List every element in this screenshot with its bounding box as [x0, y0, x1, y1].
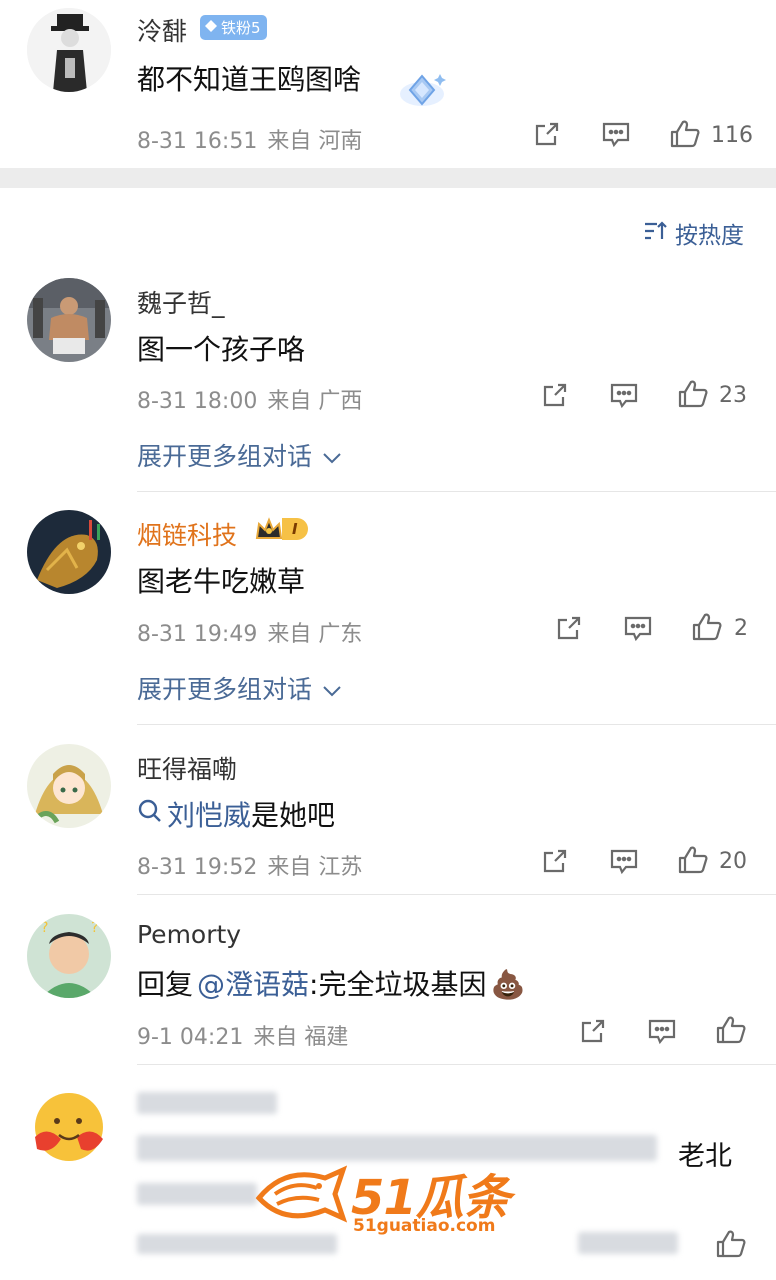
like-button[interactable] — [669, 118, 701, 150]
comment-divider — [137, 894, 776, 895]
username[interactable]: 魏子哲_ — [137, 284, 225, 320]
like-count: 116 — [711, 123, 753, 148]
comment-button[interactable] — [609, 847, 639, 875]
diamond-icon — [204, 19, 218, 37]
avatar[interactable] — [27, 8, 111, 92]
like-button[interactable] — [677, 844, 709, 876]
comment-text: 都不知道王鸥图啥 — [137, 63, 362, 96]
comment-button[interactable] — [601, 120, 631, 148]
share-button[interactable] — [541, 381, 569, 409]
like-button[interactable] — [715, 1228, 747, 1260]
share-button[interactable] — [579, 1017, 607, 1045]
comment-meta: 8-31 19:52 来自 江苏 — [137, 855, 363, 880]
avatar[interactable] — [27, 1085, 111, 1169]
comment-text: 老北 — [678, 1141, 732, 1172]
blurred-text — [137, 1183, 257, 1205]
comment-text: 图老牛吃嫩草 — [137, 565, 306, 598]
comment-button[interactable] — [609, 381, 639, 409]
avatar[interactable] — [27, 510, 111, 594]
comment-divider — [137, 724, 776, 725]
like-button[interactable] — [677, 378, 709, 410]
comment-divider — [137, 1064, 776, 1065]
expand-conversation-link[interactable]: 展开更多组对话 — [137, 670, 342, 706]
comment-meta: 8-31 16:51 来自 河南 — [137, 129, 363, 154]
blurred-username — [137, 1092, 277, 1114]
comment-button[interactable] — [623, 614, 653, 642]
sparkle-diamond-icon — [396, 68, 448, 114]
share-button[interactable] — [541, 847, 569, 875]
sort-button[interactable]: 按热度 — [643, 216, 744, 250]
avatar[interactable] — [27, 278, 111, 362]
share-button[interactable] — [533, 120, 561, 148]
search-icon — [137, 798, 163, 831]
like-count: 23 — [719, 383, 747, 408]
chevron-down-icon — [322, 675, 342, 704]
sort-icon — [643, 219, 669, 247]
search-link[interactable]: 刘恺威 — [167, 794, 251, 834]
like-button[interactable] — [691, 611, 723, 643]
username[interactable]: 烟链科技 — [137, 516, 237, 552]
chevron-down-icon — [322, 442, 342, 471]
username[interactable]: 泠馡 — [137, 12, 187, 48]
comment-meta: 9-1 04:21 来自 福建 — [137, 1025, 349, 1050]
share-button[interactable] — [555, 614, 583, 642]
svg-text:?: ? — [91, 920, 98, 936]
avatar[interactable]: ? ? — [27, 914, 111, 998]
poop-emoji-icon: 💩 — [490, 968, 526, 1001]
expand-conversation-link[interactable]: 展开更多组对话 — [137, 437, 342, 473]
fan-badge: 铁粉5 — [200, 15, 267, 40]
section-divider — [0, 168, 776, 188]
mention-link[interactable]: @澄语菇 — [197, 968, 309, 1001]
username[interactable]: Pemorty — [137, 920, 241, 949]
like-count: 20 — [719, 849, 747, 874]
fish-icon — [255, 1164, 348, 1230]
comment-button[interactable] — [647, 1017, 677, 1045]
comment-meta: 8-31 18:00 来自 广西 — [137, 389, 363, 414]
like-count: 2 — [734, 616, 748, 641]
watermark-logo: 51瓜条 51guatiao.com — [255, 1158, 523, 1242]
blurred-action — [578, 1232, 678, 1254]
comment-text: 图一个孩子咯 — [137, 333, 306, 366]
vip-crown-badge: I — [254, 516, 308, 542]
comment-divider — [137, 491, 776, 492]
comment-text: 刘恺威 是她吧 — [137, 794, 335, 834]
username[interactable]: 旺得福嘞 — [137, 750, 237, 786]
svg-text:?: ? — [41, 920, 48, 936]
like-button[interactable] — [715, 1014, 747, 1046]
comment-meta: 8-31 19:49 来自 广东 — [137, 622, 363, 647]
avatar[interactable] — [27, 744, 111, 828]
comment-text: 回复 @澄语菇:完全垃圾基因 💩 — [137, 968, 526, 1001]
